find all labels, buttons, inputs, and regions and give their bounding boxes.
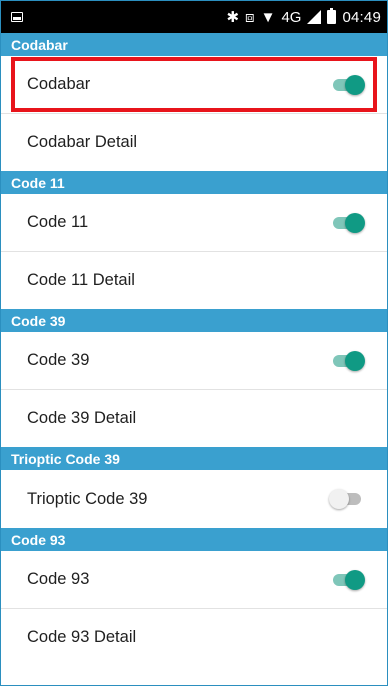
setting-label-trioptic-code-39: Trioptic Code 39: [27, 489, 148, 508]
setting-row-code-11[interactable]: Code 11: [1, 194, 387, 252]
toggle-thumb: [345, 212, 365, 233]
setting-label-code-39-detail: Code 39 Detail: [27, 409, 137, 427]
setting-label-codabar-detail: Codabar Detail: [27, 133, 138, 151]
setting-label-code-11: Code 11: [27, 213, 89, 231]
setting-row-code-11-detail[interactable]: Code 11 Detail: [1, 252, 387, 309]
toggle-code-11[interactable]: [329, 212, 365, 233]
status-time: 04:49: [342, 8, 381, 26]
toggle-thumb: [345, 74, 365, 95]
status-bar-left: [11, 12, 23, 22]
wifi-icon: ▼: [260, 8, 276, 26]
setting-label-code-93-detail: Code 93 Detail: [27, 628, 137, 646]
setting-label-codabar: Codabar: [27, 75, 91, 93]
setting-row-code-93[interactable]: Code 93: [1, 551, 387, 609]
status-bar: ✱ ⧈ ▼ 4G 04:49: [1, 1, 387, 33]
toggle-code-39[interactable]: [329, 350, 365, 371]
screen: ✱ ⧈ ▼ 4G 04:49 Codabar Codabar Codabar D…: [0, 0, 388, 686]
toggle-codabar[interactable]: [329, 74, 365, 95]
toggle-thumb: [345, 569, 365, 590]
setting-row-codabar-detail[interactable]: Codabar Detail: [1, 114, 387, 171]
setting-row-code-39[interactable]: Code 39: [1, 332, 387, 390]
vibrate-icon: ⧈: [245, 8, 255, 26]
toggle-trioptic-code-39[interactable]: [329, 489, 365, 509]
section-header-code-11: Code 11: [1, 171, 387, 194]
setting-row-code-39-detail[interactable]: Code 39 Detail: [1, 390, 387, 447]
setting-label-code-93: Code 93: [27, 570, 90, 588]
setting-row-code-93-detail[interactable]: Code 93 Detail: [1, 609, 387, 666]
signal-icon: [307, 10, 322, 24]
setting-row-codabar[interactable]: Codabar: [1, 56, 387, 114]
setting-label-code-39: Code 39: [27, 351, 90, 369]
toggle-code-93[interactable]: [329, 569, 365, 590]
bluetooth-icon: ✱: [226, 8, 240, 26]
toggle-thumb: [345, 350, 365, 371]
network-type: 4G: [281, 8, 302, 26]
section-header-code-93: Code 93: [1, 528, 387, 551]
battery-icon: [327, 8, 337, 24]
setting-row-trioptic-code-39[interactable]: Trioptic Code 39: [1, 470, 387, 528]
section-header-code-39: Code 39: [1, 309, 387, 332]
section-header-codabar: Codabar: [1, 33, 387, 56]
setting-label-code-11-detail: Code 11 Detail: [27, 271, 135, 289]
toggle-thumb: [329, 489, 349, 509]
status-bar-right: ✱ ⧈ ▼ 4G 04:49: [226, 8, 381, 26]
notification-icon: [11, 12, 23, 22]
section-header-trioptic-code-39: Trioptic Code 39: [1, 447, 387, 470]
